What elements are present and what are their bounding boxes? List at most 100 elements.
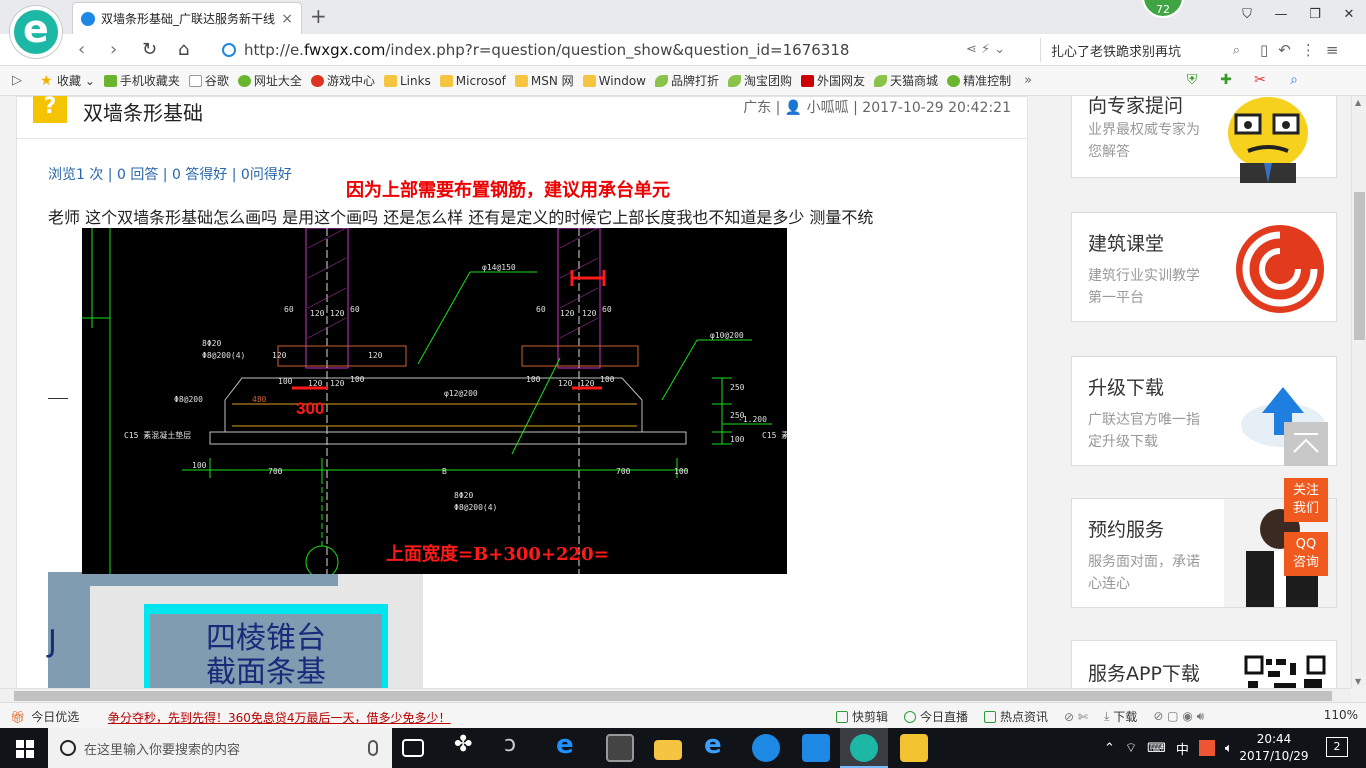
notes-app-icon[interactable] (900, 734, 928, 762)
fav-mobile[interactable]: 手机收藏夹 (103, 72, 180, 89)
qq-consult-button[interactable]: QQ 咨询 (1284, 532, 1328, 576)
search-box[interactable]: 扎心了老铁跪求别再坑 ⌕ (1040, 38, 1240, 62)
status-tray-icons[interactable]: ⊘ ▢ ◉ 🔊︎ (1153, 708, 1204, 725)
thumbnail-selected[interactable]: 四棱锥台 截面条基 (144, 604, 388, 688)
fav-hao[interactable]: 网址大全 (237, 72, 302, 89)
start-button[interactable] (0, 728, 48, 768)
sidebar-toggle-icon[interactable]: ▷ (12, 73, 22, 88)
horizontal-scrollbar[interactable] (0, 688, 1351, 702)
window-controls: ⛉ — ❐ ✕ (1230, 0, 1366, 30)
qq-label-1: QQ (1295, 537, 1317, 552)
magnifier-icon[interactable]: ⌕ (1282, 72, 1306, 88)
cut-icon[interactable]: ✂ (1248, 72, 1272, 88)
thumbnail-caption: 四棱锥台 截面条基 (150, 614, 382, 688)
microphone-icon[interactable] (368, 740, 378, 756)
taskbar-clock[interactable]: 20:44 2017/10/29 (1238, 731, 1310, 765)
360-browser-icon[interactable] (850, 734, 878, 762)
action-center-button[interactable]: 2 (1326, 737, 1348, 757)
ie-icon[interactable]: e (704, 730, 732, 760)
cross-app-icon[interactable] (802, 734, 830, 762)
cad-label: C15 素 (762, 430, 787, 440)
fav-windows[interactable]: Window (582, 74, 646, 88)
translate-icon[interactable]: ✚ (1214, 72, 1238, 88)
taskbar-search[interactable]: 在这里输入你要搜索的内容 (48, 728, 392, 768)
thumbnail-left[interactable]: J (48, 572, 90, 688)
url-text[interactable]: http://e.fwxgx.com/index.php?r=question/… (244, 41, 849, 59)
back-to-top-button[interactable] (1284, 422, 1328, 466)
url-field[interactable]: http://e.fwxgx.com/index.php?r=question/… (222, 38, 1032, 62)
sidebar-building-class[interactable]: 建筑课堂 建筑行业实训教学第一平台 (1071, 212, 1337, 322)
download-icon: ⤓ (1103, 709, 1110, 723)
live-button[interactable]: 今日直播 (904, 708, 968, 725)
folder-icon (582, 74, 596, 87)
fav-msn[interactable]: MSN 网 (514, 72, 574, 89)
reload-button[interactable]: ↻ (142, 39, 157, 60)
fav-tmall[interactable]: 天猫商城 (874, 72, 938, 89)
swirl-app-icon[interactable]: ↄ (504, 732, 532, 760)
skin-icon[interactable]: ⛉ (1230, 0, 1264, 30)
search-icon[interactable]: ⌕ (1233, 43, 1240, 58)
zoom-level[interactable]: 110% (1324, 708, 1358, 722)
volume-icon[interactable]: 🔈︎ (1225, 741, 1233, 756)
task-view-icon[interactable] (402, 739, 424, 757)
chevron-up-icon[interactable]: ⌃ (1104, 741, 1115, 756)
attachment-thumbnails[interactable]: J 四棱锥台 截面条基 (48, 572, 423, 688)
fav-microsoft[interactable]: Microsof (439, 74, 506, 88)
edge-icon[interactable]: e (556, 730, 584, 760)
status-label: 热点资讯 (1000, 710, 1049, 724)
fav-precise[interactable]: 精准控制 (947, 72, 1011, 89)
follow-us-button[interactable]: 关注 我们 (1284, 478, 1328, 522)
news-button[interactable]: 热点资讯 (984, 708, 1048, 725)
notification-badge[interactable]: 72 (1142, 0, 1184, 18)
shield-icon[interactable]: ⛨ (1180, 72, 1204, 88)
back-button[interactable]: ‹ (78, 39, 85, 60)
scrollbar-thumb[interactable] (1354, 192, 1365, 340)
fav-google[interactable]: 谷歌 (188, 72, 229, 89)
vertical-scrollbar[interactable]: ▲ ▼ (1351, 96, 1366, 688)
status-misc-icons[interactable]: ⊘ ✄ (1064, 708, 1088, 725)
browser-logo-icon[interactable] (10, 6, 62, 58)
new-tab-button[interactable]: + (310, 4, 327, 28)
fav-links[interactable]: Links (383, 73, 431, 88)
sidebar-app-download[interactable]: 服务APP下载 (1071, 640, 1337, 688)
h-scrollbar-thumb[interactable] (14, 691, 1332, 701)
restore-button[interactable]: ❐ (1298, 0, 1332, 30)
fav-collect[interactable]: ★ 收藏 ⌄ (40, 72, 95, 89)
browser-g-icon[interactable] (752, 734, 780, 762)
tab-close-icon[interactable]: × (281, 11, 293, 27)
question-stats[interactable]: 浏览1 次 | 0 回答 | 0 答得好 | 0问得好 (48, 164, 292, 184)
store-icon[interactable] (606, 734, 634, 762)
taskbar-search-input[interactable]: 在这里输入你要搜索的内容 (84, 739, 368, 758)
home-button[interactable]: ⌂ (178, 39, 189, 60)
file-explorer-icon[interactable] (654, 740, 682, 760)
search-input[interactable]: 扎心了老铁跪求别再坑 (1051, 41, 1233, 60)
sidebar-title: 向专家提问 (1088, 96, 1184, 117)
fav-label: 淘宝团购 (744, 74, 793, 88)
download-button[interactable]: ⤓ 下载 (1104, 708, 1137, 725)
scroll-down-arrow-icon[interactable]: ▼ (1355, 677, 1361, 686)
ime-indicator[interactable]: 中 (1176, 739, 1189, 758)
fav-brand[interactable]: 品牌打折 (655, 72, 719, 89)
site-security-icon[interactable] (222, 43, 236, 57)
tab-active[interactable]: 双墙条形基础_广联达服务新干线 × (72, 2, 302, 34)
fav-foreign[interactable]: 外国网友 (801, 72, 865, 89)
cad-drawing[interactable]: φ14@150 φ10@200 φ12@200 8Φ20 Φ8@200(4) Φ… (82, 228, 787, 574)
network-icon[interactable]: ⌔ (1125, 740, 1137, 756)
forward-button[interactable]: › (110, 39, 117, 60)
minimize-button[interactable]: — (1264, 0, 1298, 30)
fav-taobao[interactable]: 淘宝团购 (728, 72, 792, 89)
fav-label: Links (399, 73, 431, 88)
fav-game[interactable]: 游戏中心 (310, 72, 375, 89)
close-window-button[interactable]: ✕ (1332, 0, 1366, 30)
sidebar-ask-expert[interactable]: 向专家提问 业界最权威专家为您解答 (1071, 96, 1337, 183)
today-picks[interactable]: 🎁︎ 今日优选 ⌄ (10, 708, 115, 725)
scroll-up-arrow-icon[interactable]: ▲ (1355, 98, 1361, 107)
toolbar-right-icons[interactable]: ▯↶⋮≡ (1260, 41, 1348, 59)
share-icon[interactable]: ⋖ ⚡ ⌄ (966, 42, 1005, 57)
sogou-icon[interactable] (1198, 740, 1215, 756)
fav-more-button[interactable]: » (1024, 73, 1032, 88)
quick-clip-button[interactable]: 快剪辑 (836, 708, 888, 725)
pinwheel-app-icon[interactable]: ✤ (454, 732, 482, 760)
promo-link[interactable]: 争分夺秒，先到先得！360免息贷4万最后一天，借多少免多少！ (108, 709, 451, 726)
keyboard-icon[interactable]: ⌨ (1147, 741, 1166, 756)
